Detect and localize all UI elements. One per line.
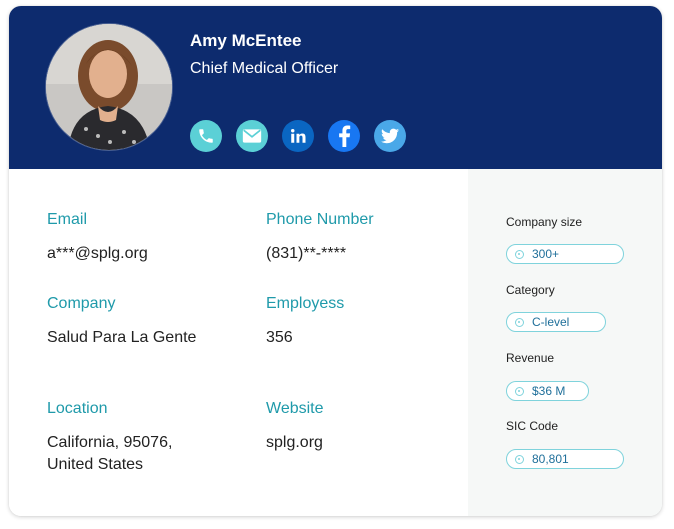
location-value: California, 95076, United States — [47, 432, 172, 476]
profile-title: Chief Medical Officer — [190, 60, 339, 77]
radio-dot-icon — [515, 249, 524, 259]
sic-code-tag: 80,801 — [506, 449, 624, 469]
phone-icon[interactable] — [190, 120, 222, 152]
location-field: Location California, 95076, United State… — [47, 400, 172, 476]
profile-name: Amy McEntee — [190, 31, 302, 50]
revenue-tag: $36 M — [506, 381, 589, 401]
facebook-icon[interactable] — [328, 120, 360, 152]
profile-header: Amy McEntee Chief Medical Officer — [9, 6, 662, 169]
linkedin-icon[interactable] — [282, 120, 314, 152]
email-value: a***@splg.org — [47, 245, 148, 262]
revenue-value: $36 M — [532, 384, 566, 398]
company-field: Company Salud Para La Gente — [47, 295, 196, 349]
company-attributes-panel: Company size 300+ Category C-level Reven… — [468, 169, 662, 516]
website-value[interactable]: splg.org — [266, 432, 324, 454]
location-label: Location — [47, 400, 108, 417]
twitter-icon[interactable] — [374, 120, 406, 152]
company-value: Salud Para La Gente — [47, 329, 197, 346]
sic-code-label: SIC Code — [506, 419, 559, 433]
sic-code-value: 80,801 — [532, 452, 569, 466]
mail-icon[interactable] — [236, 120, 268, 152]
employees-value: 356 — [266, 329, 293, 346]
category-label: Category — [506, 283, 555, 297]
radio-dot-icon — [515, 317, 524, 327]
phone-value: (831)**-**** — [266, 245, 347, 262]
revenue-label: Revenue — [506, 351, 555, 365]
company-size-tag: 300+ — [506, 244, 624, 264]
radio-dot-icon — [515, 386, 524, 396]
contact-card: Amy McEntee Chief Medical Officer Email … — [9, 6, 662, 516]
location-line2: United States — [47, 456, 144, 473]
employees-label: Employess — [266, 295, 345, 312]
email-label: Email — [47, 211, 88, 228]
phone-field: Phone Number (831)**-**** — [266, 211, 374, 265]
category-tag: C-level — [506, 312, 606, 332]
radio-dot-icon — [515, 454, 524, 464]
location-line1: California, 95076, — [47, 434, 173, 451]
avatar — [46, 24, 172, 150]
contact-details: Email a***@splg.org Phone Number (831)**… — [9, 169, 468, 516]
phone-label: Phone Number — [266, 211, 374, 228]
company-size-value: 300+ — [532, 247, 560, 261]
email-field: Email a***@splg.org — [47, 211, 148, 265]
website-label: Website — [266, 400, 324, 417]
company-size-label: Company size — [506, 215, 583, 229]
company-label: Company — [47, 295, 116, 312]
employees-field: Employess 356 — [266, 295, 344, 349]
website-field: Website splg.org — [266, 400, 324, 454]
category-value: C-level — [532, 315, 570, 329]
social-links — [190, 120, 406, 152]
